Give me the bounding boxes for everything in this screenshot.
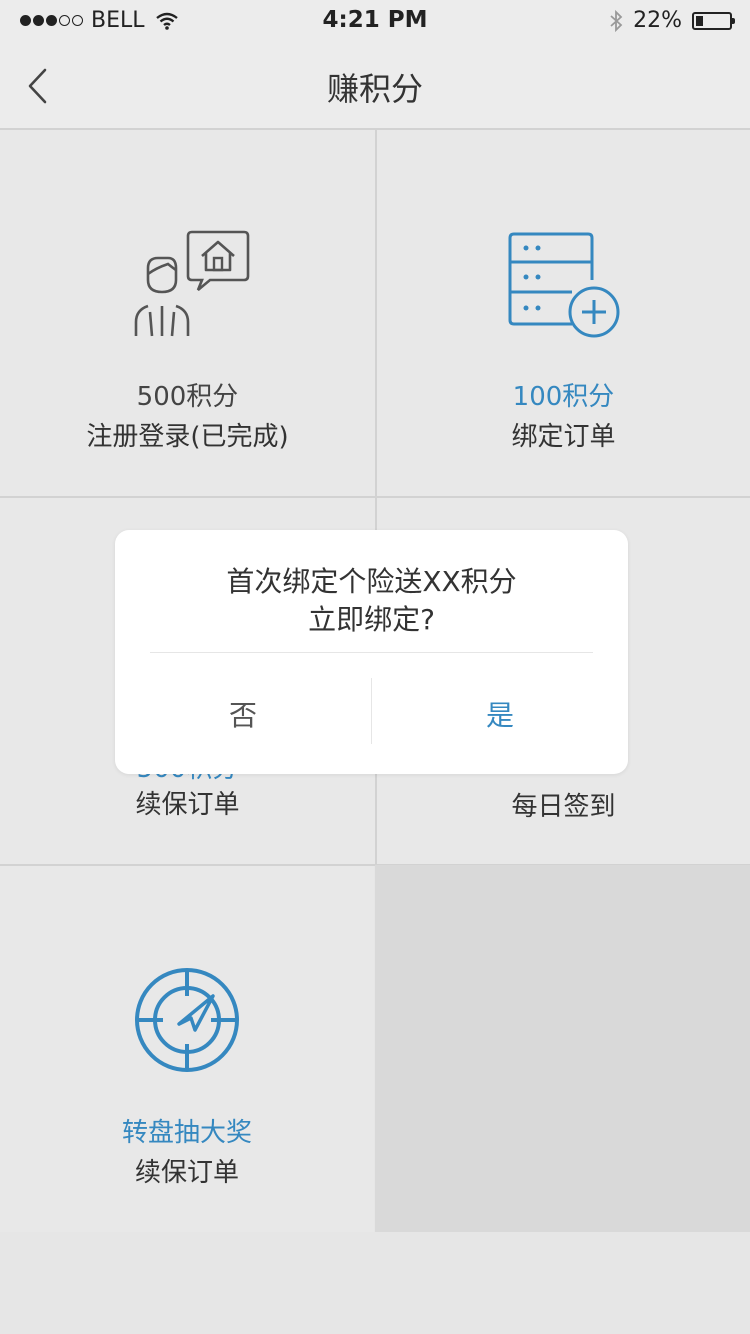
bluetooth-icon — [610, 9, 623, 32]
task-points: 100积分 — [512, 382, 615, 412]
dialog-yes-button[interactable]: 是 — [372, 653, 628, 774]
dialog-no-button[interactable]: 否 — [115, 653, 371, 774]
battery-icon — [692, 11, 735, 30]
status-bar: BELL 4:21 PM 22% — [0, 0, 750, 42]
task-points: 500积分 — [136, 382, 239, 412]
bind-confirm-dialog: 首次绑定个险送XX积分 立即绑定? 否 是 — [115, 530, 628, 774]
task-points: 转盘抽大奖 — [121, 1118, 252, 1148]
user-chat-home-icon — [134, 230, 249, 337]
task-label: 每日签到 — [511, 792, 616, 822]
battery-percent: 22% — [633, 8, 682, 33]
page-title: 赚积分 — [326, 70, 423, 108]
empty-grid-cell — [375, 865, 750, 1232]
task-card-lucky-wheel[interactable]: 转盘抽大奖 续保订单 — [0, 866, 374, 1232]
task-label: 绑定订单 — [511, 422, 616, 452]
status-right: 22% — [609, 8, 735, 33]
task-card-bind-order[interactable]: 100积分 绑定订单 — [375, 130, 750, 498]
dialog-message-line1: 首次绑定个险送XX积分 — [226, 565, 517, 598]
server-add-icon — [508, 232, 619, 338]
dialog-message-line2: 立即绑定? — [308, 603, 435, 636]
task-label: 续保订单 — [134, 1158, 239, 1188]
task-label: 续保订单 — [135, 790, 240, 820]
nav-bar: 赚积分 — [0, 42, 750, 130]
task-label: 注册登录(已完成) — [86, 422, 289, 452]
task-card-register[interactable]: 500积分 注册登录(已完成) — [0, 130, 375, 498]
radar-icon — [135, 968, 239, 1072]
